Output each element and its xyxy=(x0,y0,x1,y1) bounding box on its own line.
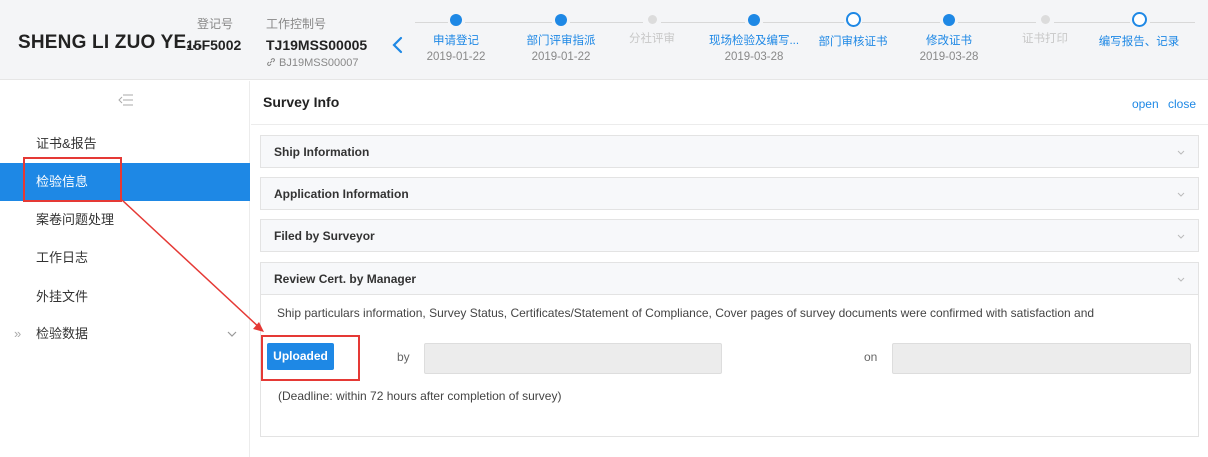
step-dot-icon xyxy=(1131,12,1147,27)
step-name: 分社评审 xyxy=(629,33,675,45)
panel-title: Review Cert. by Manager xyxy=(274,272,417,286)
panel-filed-by-surveyor[interactable]: Filed by Surveyor xyxy=(260,219,1199,252)
step-dot-icon xyxy=(555,14,567,26)
close-all-link[interactable]: close xyxy=(1168,97,1196,111)
step-dot-icon xyxy=(943,14,955,26)
workflow-step[interactable]: 分社评审 xyxy=(597,14,707,49)
step-dot-icon xyxy=(748,14,760,26)
on-field[interactable] xyxy=(892,343,1191,374)
step-date: 2019-01-22 xyxy=(531,51,591,63)
sidebar-item-label: 工作日志 xyxy=(36,250,89,265)
header-bar: SHENG LI ZUO YE... 登记号 15F5002 工作控制号 TJ1… xyxy=(0,0,1208,80)
expand-controls: open close xyxy=(1126,97,1196,111)
panel-title: Application Information xyxy=(274,187,409,201)
step-date: 2019-03-28 xyxy=(919,51,979,63)
open-all-link[interactable]: open xyxy=(1132,97,1159,111)
by-label: by xyxy=(397,350,410,364)
linked-control-number[interactable]: BJ19MSS00007 xyxy=(266,57,359,69)
workflow-steps: 申请登记 2019-01-22 部门评审指派 2019-01-22 分社评审 现场检验及编… xyxy=(405,0,1208,80)
sidebar-item-label: 案卷问题处理 xyxy=(36,212,115,227)
step-name: 申请登记 xyxy=(433,35,479,47)
chevron-down-icon xyxy=(1177,234,1185,239)
chevron-down-icon xyxy=(1177,277,1185,282)
registration-label: 登记号 xyxy=(197,17,234,31)
by-field[interactable] xyxy=(424,343,722,374)
annotation-highlight-button xyxy=(261,335,360,381)
on-label: on xyxy=(864,350,878,364)
annotation-highlight-sidebar xyxy=(23,157,122,202)
collapse-sidebar-icon[interactable] xyxy=(118,93,134,107)
step-name: 现场检验及编写... xyxy=(708,35,800,47)
step-name: 部门审核证书 xyxy=(818,36,888,48)
review-statement: Ship particulars information, Survey Sta… xyxy=(277,306,1095,320)
sidebar-item-label: 外挂文件 xyxy=(36,289,89,304)
step-date: 2019-01-22 xyxy=(426,51,486,63)
sidebar-item-attachments[interactable]: 外挂文件 xyxy=(0,278,250,316)
workflow-step[interactable]: 修改证书 2019-03-28 xyxy=(894,14,1004,63)
sidebar: 证书&报告 检验信息 案卷问题处理 工作日志 外挂文件 » 检验数据 xyxy=(0,81,250,457)
step-dot-icon xyxy=(1040,15,1050,24)
chevron-down-icon xyxy=(1177,192,1185,197)
control-number: TJ19MSS00005 xyxy=(266,37,368,53)
sidebar-item-label: 检验数据 xyxy=(36,326,89,341)
workflow-step[interactable]: 编写报告、记录 xyxy=(1084,12,1194,52)
chevron-down-icon xyxy=(227,331,237,337)
control-number-label: 工作控制号 xyxy=(266,17,327,31)
workflow-step[interactable]: 申请登记 2019-01-22 xyxy=(401,14,511,63)
panel-application-information[interactable]: Application Information xyxy=(260,177,1199,210)
deadline-note: (Deadline: within 72 hours after complet… xyxy=(278,389,562,403)
step-name: 编写报告、记录 xyxy=(1098,36,1180,48)
step-name: 修改证书 xyxy=(926,35,972,47)
workflow-step[interactable]: 部门审核证书 xyxy=(798,12,908,52)
step-dot-icon xyxy=(450,14,462,26)
sidebar-item-survey-data[interactable]: » 检验数据 xyxy=(0,315,250,353)
step-dot-icon xyxy=(647,15,657,24)
divider xyxy=(251,124,1208,125)
panel-ship-information[interactable]: Ship Information xyxy=(260,135,1199,168)
ship-name: SHENG LI ZUO YE... xyxy=(18,32,203,53)
panel-title: Filed by Surveyor xyxy=(274,229,375,243)
sidebar-item-case-issues[interactable]: 案卷问题处理 xyxy=(0,201,250,239)
linked-control-number-text: BJ19MSS00007 xyxy=(279,57,359,69)
chevron-down-icon xyxy=(1177,150,1185,155)
link-icon xyxy=(267,58,275,66)
workflow-step[interactable]: 现场检验及编写... 2019-03-28 xyxy=(699,14,809,63)
sidebar-item-work-log[interactable]: 工作日志 xyxy=(0,239,250,277)
page-title: Survey Info xyxy=(263,94,340,110)
sidebar-item-label: 证书&报告 xyxy=(36,136,97,151)
step-dot-icon xyxy=(845,12,861,27)
registration-number: 15F5002 xyxy=(186,37,242,53)
panel-title: Ship Information xyxy=(274,145,370,159)
step-date: 2019-03-28 xyxy=(724,51,784,63)
double-chevron-right-icon: » xyxy=(14,326,22,341)
panel-review-cert-by-manager[interactable]: Review Cert. by Manager xyxy=(260,262,1199,295)
